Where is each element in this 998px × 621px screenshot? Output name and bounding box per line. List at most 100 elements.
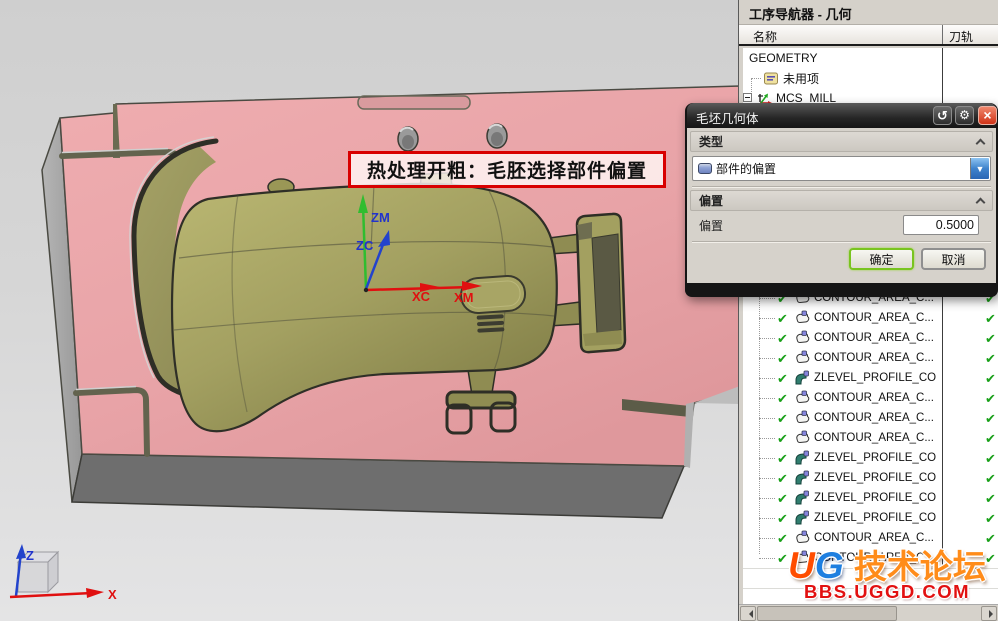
operation-icon [794, 430, 812, 446]
model-canvas: ZM ZC XC XM Z X [9, 85, 740, 602]
type-section-header[interactable]: 类型 [690, 131, 993, 152]
tree-connector [751, 78, 761, 79]
top-slot [357, 95, 471, 110]
screenshot-root: ZM ZC XC XM Z X 热处理开粗：毛胚选择部件偏置 工序导航器 - 几… [0, 0, 998, 621]
gear-icon[interactable]: ⚙ [955, 106, 974, 125]
toolpath-check-icon: ✔ [985, 450, 996, 466]
screw-hole[interactable] [486, 123, 508, 149]
type-dropdown-value: 部件的偏置 [716, 162, 777, 176]
operation-name: ZLEVEL_PROFILE_CO... [814, 452, 936, 464]
chevron-up-icon[interactable] [975, 197, 986, 207]
operation-row[interactable]: ✔ ZLEVEL_PROFILE_CO... ✔ [743, 448, 998, 468]
operation-row[interactable]: ✔ CONTOUR_AREA_C... ✔ [743, 388, 998, 408]
dialog-titlebar[interactable]: 毛坯几何体 ↺ ⚙ × [687, 103, 997, 128]
xc-label: XC [412, 289, 431, 304]
operation-icon [794, 370, 812, 386]
status-check-icon: ✔ [777, 350, 788, 366]
tree-connector [759, 538, 775, 539]
toolpath-check-icon: ✔ [985, 550, 996, 566]
operation-name: ZLEVEL_PROFILE_CO... [814, 372, 936, 384]
operation-row[interactable]: ✔ ZLEVEL_PROFILE_CO... ✔ [743, 468, 998, 488]
operation-icon [794, 410, 812, 426]
operation-icon [794, 330, 812, 346]
toolpath-check-icon: ✔ [985, 370, 996, 386]
offset-section-header[interactable]: 偏置 [690, 190, 993, 211]
status-check-icon: ✔ [777, 470, 788, 486]
scroll-right-button[interactable] [981, 606, 997, 621]
mini-z-label: Z [26, 548, 34, 563]
xm-label: XM [454, 290, 474, 305]
navigator-column-header: 名称 刀轨 [739, 24, 998, 46]
type-dropdown[interactable]: 部件的偏置 ▼ [692, 156, 991, 181]
status-check-icon: ✔ [777, 550, 788, 566]
operation-name: CONTOUR_AREA_C... [814, 312, 934, 324]
divider [692, 186, 991, 188]
column-name[interactable]: 名称 [753, 28, 777, 45]
operation-row[interactable]: ✔ CONTOUR_AREA_C... ✔ [743, 548, 998, 568]
empty-row-line [743, 588, 998, 589]
tree-connector [759, 298, 775, 299]
operation-icon [794, 530, 812, 546]
collapse-expander-icon[interactable] [743, 93, 752, 102]
dialog-buttons: 确定 取消 [690, 245, 993, 275]
type-section-label: 类型 [699, 135, 724, 149]
toolpath-check-icon: ✔ [985, 390, 996, 406]
toolpath-check-icon: ✔ [985, 410, 996, 426]
status-check-icon: ✔ [777, 390, 788, 406]
status-check-icon: ✔ [777, 370, 788, 386]
operation-row[interactable]: ✔ ZLEVEL_PROFILE_CO... ✔ [743, 368, 998, 388]
operation-icon [794, 510, 812, 526]
tree-connector [759, 398, 775, 399]
screw-hole[interactable] [397, 126, 419, 152]
tree-connector [759, 478, 775, 479]
tree-connector [759, 458, 775, 459]
tree-item-unused[interactable]: 未用项 [743, 68, 998, 88]
scroll-left-button[interactable] [740, 606, 756, 621]
operation-name: CONTOUR_AREA_C... [814, 332, 934, 344]
operation-name: ZLEVEL_PROFILE_CO... [814, 512, 936, 524]
operation-row[interactable]: ✔ CONTOUR_AREA_C... ✔ [743, 428, 998, 448]
tree-connector [759, 518, 775, 519]
operation-name: CONTOUR_AREA_C... [814, 532, 934, 544]
operation-name: CONTOUR_AREA_C... [814, 392, 934, 404]
tree-connector [759, 438, 775, 439]
empty-row-line [743, 568, 998, 569]
operation-row[interactable]: ✔ CONTOUR_AREA_C... ✔ [743, 528, 998, 548]
ok-button[interactable]: 确定 [849, 248, 914, 270]
status-check-icon: ✔ [777, 450, 788, 466]
dropdown-arrow-icon[interactable]: ▼ [970, 158, 989, 179]
operation-name: CONTOUR_AREA_C... [814, 412, 934, 424]
column-toolpath[interactable]: 刀轨 [949, 28, 973, 45]
column-divider[interactable] [942, 25, 943, 44]
graphics-viewport[interactable]: ZM ZC XC XM Z X 热处理开粗：毛胚选择部件偏置 [0, 0, 740, 621]
operation-row[interactable]: ✔ ZLEVEL_PROFILE_CO... ✔ [743, 488, 998, 508]
dialog-body: 类型 部件的偏置 ▼ 偏置 偏置 0.5000 确定 取消 [687, 128, 996, 283]
unused-items-icon [763, 71, 780, 86]
offset-input[interactable]: 0.5000 [903, 215, 979, 235]
chevron-up-icon[interactable] [975, 138, 986, 148]
toolpath-check-icon: ✔ [985, 490, 996, 506]
operation-row[interactable]: ✔ CONTOUR_AREA_C... ✔ [743, 348, 998, 368]
scrollbar-thumb[interactable] [757, 606, 897, 621]
status-check-icon: ✔ [777, 330, 788, 346]
reset-icon[interactable]: ↺ [933, 106, 952, 125]
status-check-icon: ✔ [777, 490, 788, 506]
operation-icon [794, 310, 812, 326]
operation-row[interactable]: ✔ CONTOUR_AREA_C... ✔ [743, 328, 998, 348]
status-check-icon: ✔ [777, 310, 788, 326]
operation-row[interactable]: ✔ CONTOUR_AREA_C... ✔ [743, 308, 998, 328]
tree-connector [759, 358, 775, 359]
offset-field-label: 偏置 [699, 219, 724, 233]
operation-name: CONTOUR_AREA_C... [814, 432, 934, 444]
operation-row[interactable]: ✔ CONTOUR_AREA_C... ✔ [743, 408, 998, 428]
operation-icon [794, 550, 812, 566]
toolpath-check-icon: ✔ [985, 350, 996, 366]
operation-row[interactable]: ✔ ZLEVEL_PROFILE_CO... ✔ [743, 508, 998, 528]
toolpath-check-icon: ✔ [985, 510, 996, 526]
close-icon[interactable]: × [978, 106, 997, 125]
cancel-button[interactable]: 取消 [921, 248, 986, 270]
horizontal-scrollbar[interactable] [739, 604, 998, 621]
operation-name: ZLEVEL_PROFILE_CO... [814, 472, 936, 484]
tree-item-geometry[interactable]: GEOMETRY [743, 48, 998, 68]
dialog-title: 毛坯几何体 [696, 112, 759, 126]
